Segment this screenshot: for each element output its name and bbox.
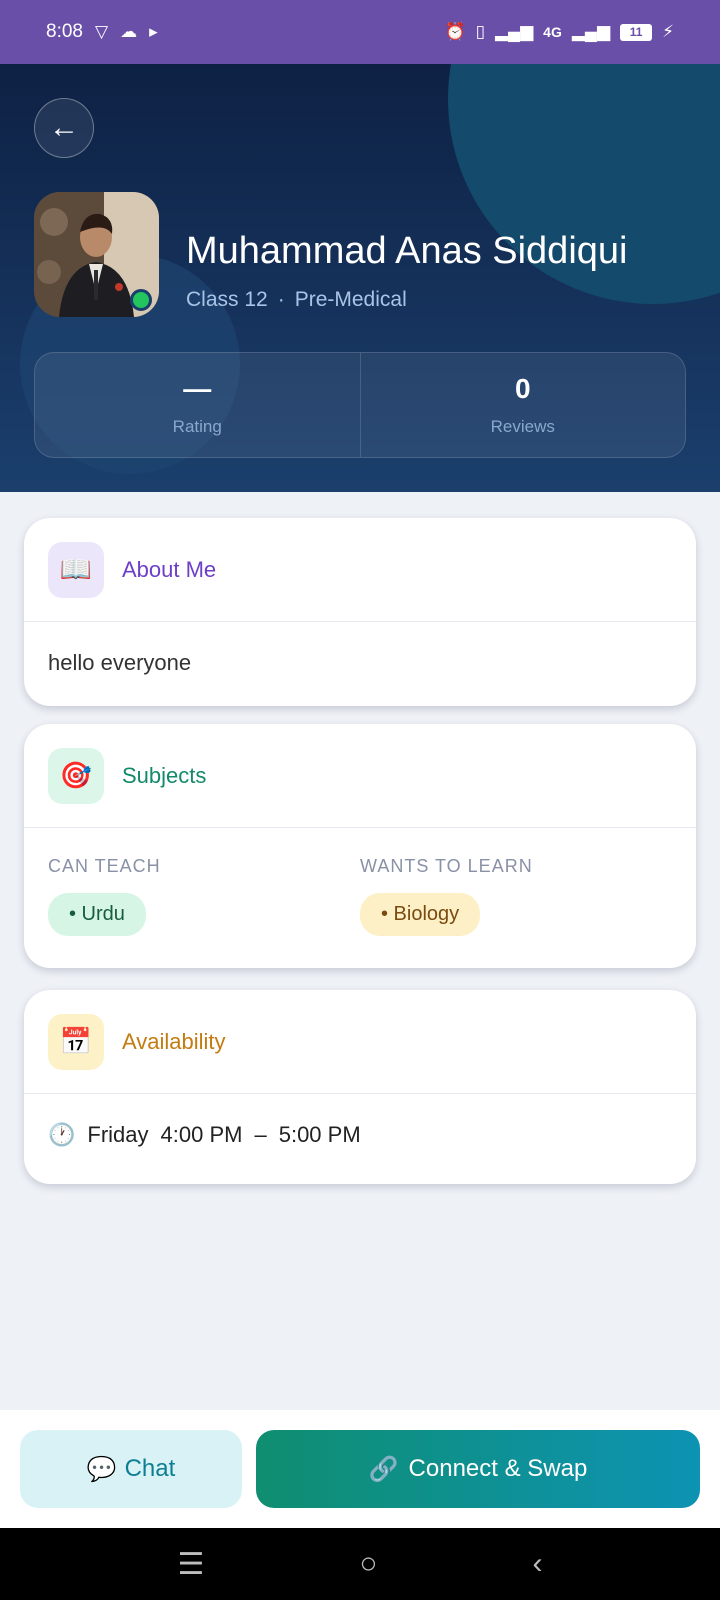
stat-rating-value: — bbox=[183, 373, 212, 404]
wants-to-learn-column: WANTS TO LEARN • Biology bbox=[360, 856, 672, 936]
profile-name: Muhammad Anas Siddiqui bbox=[186, 230, 628, 272]
home-icon[interactable]: ○ bbox=[359, 1547, 377, 1581]
stat-rating: — Rating bbox=[35, 353, 360, 457]
notification-icon: ▸ bbox=[149, 22, 158, 41]
book-icon: 📖 bbox=[48, 541, 104, 598]
status-time: 8:08 bbox=[46, 21, 83, 42]
calendar-icon: 📅 bbox=[48, 1013, 104, 1070]
subject-chip-learn: • Biology bbox=[360, 893, 481, 936]
availability-title: Availability bbox=[122, 1028, 226, 1054]
about-title: About Me bbox=[122, 556, 217, 582]
stat-reviews-value: 0 bbox=[514, 373, 531, 404]
wants-to-learn-label: WANTS TO LEARN bbox=[360, 856, 533, 876]
profile-subinfo: Class 12 · Pre-Medical bbox=[186, 288, 407, 312]
back-nav-icon[interactable]: ‹ bbox=[532, 1547, 542, 1581]
availability-start: 4:00 PM bbox=[160, 1122, 243, 1147]
target-icon: 🎯 bbox=[48, 747, 104, 804]
subject-chip-teach: • Urdu bbox=[48, 893, 146, 936]
connect-button-label: Connect & Swap bbox=[408, 1455, 588, 1482]
availability-slot: 🕐 Friday 4:00 PM – 5:00 PM bbox=[24, 1094, 696, 1176]
profile-header: ← Muhammad Anas Siddiqui Class 12 · Pre-… bbox=[0, 64, 720, 492]
subjects-card-header: 🎯 Subjects bbox=[24, 724, 696, 828]
chat-bubble-icon: 💬 bbox=[86, 1455, 117, 1483]
availability-card-header: 📅 Availability bbox=[24, 990, 696, 1094]
online-status-dot bbox=[130, 289, 152, 311]
signal-icon-2: ▂▄▆ bbox=[571, 22, 611, 41]
about-card: 📖 About Me hello everyone bbox=[24, 518, 696, 706]
chat-button[interactable]: 💬 Chat bbox=[20, 1430, 242, 1508]
about-text: hello everyone bbox=[48, 650, 192, 675]
shield-icon: ▽ bbox=[94, 22, 109, 41]
profile-class: Class 12 bbox=[186, 288, 268, 311]
battery-icon: 11 bbox=[620, 23, 653, 41]
cloud-icon: ☁ bbox=[120, 22, 138, 41]
back-button[interactable]: ← bbox=[34, 98, 94, 158]
subjects-body: CAN TEACH • Urdu WANTS TO LEARN • Biolog… bbox=[24, 828, 696, 936]
availability-day: Friday bbox=[87, 1122, 149, 1147]
signal-icon: ▂▄▆ bbox=[494, 22, 534, 41]
bottom-action-bar: 💬 Chat 🔗 Connect & Swap bbox=[0, 1410, 720, 1528]
availability-card: 📅 Availability 🕐 Friday 4:00 PM – 5:00 P… bbox=[24, 990, 696, 1184]
subjects-title: Subjects bbox=[122, 762, 207, 788]
availability-end: 5:00 PM bbox=[278, 1122, 361, 1147]
profile-stream: Pre-Medical bbox=[294, 288, 407, 311]
about-card-header: 📖 About Me bbox=[24, 518, 696, 622]
network-type: 4G bbox=[543, 24, 562, 40]
stat-reviews-label: Reviews bbox=[490, 417, 555, 436]
charging-icon: ⚡ bbox=[662, 22, 674, 41]
stats-panel: — Rating 0 Reviews bbox=[34, 352, 686, 458]
separator: · bbox=[277, 288, 285, 311]
system-nav-bar: ☰ ○ ‹ bbox=[0, 1528, 720, 1600]
arrow-left-icon: ← bbox=[49, 111, 79, 144]
stat-rating-label: Rating bbox=[172, 417, 222, 436]
stat-reviews: 0 Reviews bbox=[359, 353, 686, 457]
subjects-card: 🎯 Subjects CAN TEACH • Urdu WANTS TO LEA… bbox=[24, 724, 696, 968]
link-icon: 🔗 bbox=[368, 1455, 399, 1483]
chat-button-label: Chat bbox=[124, 1455, 176, 1482]
clock-icon: 🕐 bbox=[48, 1122, 76, 1147]
availability-dash: – bbox=[254, 1122, 267, 1147]
connect-swap-button[interactable]: 🔗 Connect & Swap bbox=[256, 1430, 700, 1508]
vibrate-icon: ▯ bbox=[475, 22, 485, 41]
can-teach-label: CAN TEACH bbox=[48, 856, 161, 876]
status-bar: 8:08 ▽ ☁ ▸ ⏰ ▯ ▂▄▆ 4G ▂▄▆ 11 ⚡ bbox=[0, 0, 720, 64]
alarm-icon: ⏰ bbox=[444, 22, 466, 41]
can-teach-column: CAN TEACH • Urdu bbox=[48, 856, 360, 936]
recent-apps-icon[interactable]: ☰ bbox=[177, 1547, 204, 1582]
